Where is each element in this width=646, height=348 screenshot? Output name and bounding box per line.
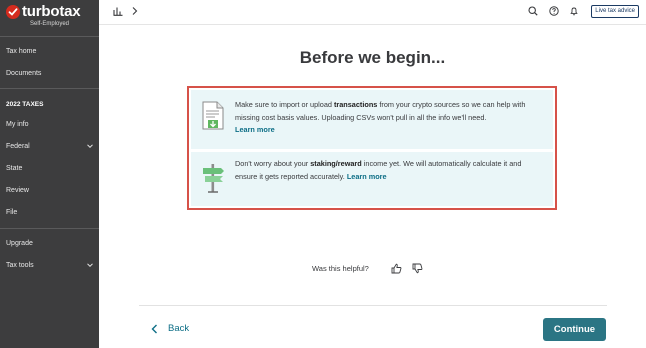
top-bar: Live tax advice (99, 0, 646, 25)
chevron-down-icon (87, 263, 93, 268)
document-upload-icon (202, 101, 224, 130)
sidebar-item-label: Tax tools (6, 261, 34, 269)
staking-reward-card: Don't worry about your staking/reward in… (191, 152, 553, 206)
back-button[interactable]: Back (151, 323, 189, 334)
signpost-icon (203, 164, 224, 193)
card-text: Make sure to import or upload (235, 100, 334, 109)
sidebar-item-review[interactable]: Review (6, 184, 94, 196)
sidebar-item-label: My info (6, 120, 29, 128)
feedback-prompt: Was this helpful? (312, 264, 369, 273)
chevron-left-icon (151, 324, 157, 333)
info-panel-highlight: Make sure to import or upload transactio… (187, 86, 557, 210)
sidebar-item-label: Tax home (6, 47, 37, 55)
sidebar-item-tax-home[interactable]: Tax home (6, 45, 94, 57)
thumbs-down-icon[interactable] (412, 263, 423, 274)
learn-more-link[interactable]: Learn more (235, 125, 275, 134)
sidebar-item-label: Documents (6, 69, 42, 77)
brand-name: turbotax (22, 3, 81, 20)
sidebar-item-federal[interactable]: Federal (6, 140, 94, 152)
sidebar-item-label: Review (6, 186, 29, 194)
back-button-label: Back (168, 323, 190, 334)
chevron-right-icon[interactable] (131, 6, 139, 16)
footer-divider (139, 305, 607, 306)
chevron-down-icon (87, 144, 93, 149)
sidebar-item-tax-tools[interactable]: Tax tools (6, 259, 94, 271)
sidebar-item-label: File (6, 208, 18, 216)
continue-button[interactable]: Continue (543, 318, 606, 341)
sidebar-item-label: Upgrade (6, 239, 33, 247)
live-tax-advice-button[interactable]: Live tax advice (591, 5, 639, 18)
bell-icon[interactable] (569, 6, 579, 16)
card-bold-text: transactions (333, 100, 378, 109)
page-title: Before we begin... (299, 48, 446, 67)
import-transactions-card: Make sure to import or upload transactio… (191, 90, 553, 149)
sidebar-item-label: Federal (6, 142, 30, 150)
thumbs-up-icon[interactable] (391, 263, 402, 274)
sidebar-divider (0, 88, 99, 89)
brand-edition: Self-Employed (29, 21, 70, 27)
card-text: Don't worry about your (235, 159, 311, 168)
sidebar: turbotax Self-Employed Tax home Document… (0, 0, 99, 348)
help-icon[interactable] (549, 6, 559, 16)
bar-chart-icon[interactable] (113, 6, 123, 16)
search-icon[interactable] (528, 6, 538, 16)
sidebar-item-file[interactable]: File (6, 206, 94, 218)
brand-logo[interactable]: turbotax Self-Employed (0, 0, 99, 36)
sidebar-item-my-info[interactable]: My info (6, 118, 94, 130)
sidebar-divider (0, 36, 99, 37)
checkmark-logo-icon (6, 5, 20, 19)
sidebar-section-2022-taxes: 2022 TAXES (6, 98, 94, 110)
card-bold-text: staking/reward (310, 159, 362, 168)
sidebar-item-state[interactable]: State (6, 162, 94, 174)
main-content: Live tax advice Before we begin... Make … (99, 0, 646, 348)
app: turbotax Self-Employed Tax home Document… (0, 0, 646, 348)
import-transactions-text: Make sure to import or upload transactio… (235, 99, 543, 137)
learn-more-link[interactable]: Learn more (347, 172, 387, 181)
sidebar-item-upgrade[interactable]: Upgrade (6, 237, 94, 249)
sidebar-divider (0, 228, 99, 229)
sidebar-item-label: State (6, 164, 23, 172)
sidebar-section-label: 2022 TAXES (6, 100, 44, 108)
sidebar-item-documents[interactable]: Documents (6, 67, 94, 79)
staking-reward-text: Don't worry about your staking/reward in… (235, 158, 543, 183)
